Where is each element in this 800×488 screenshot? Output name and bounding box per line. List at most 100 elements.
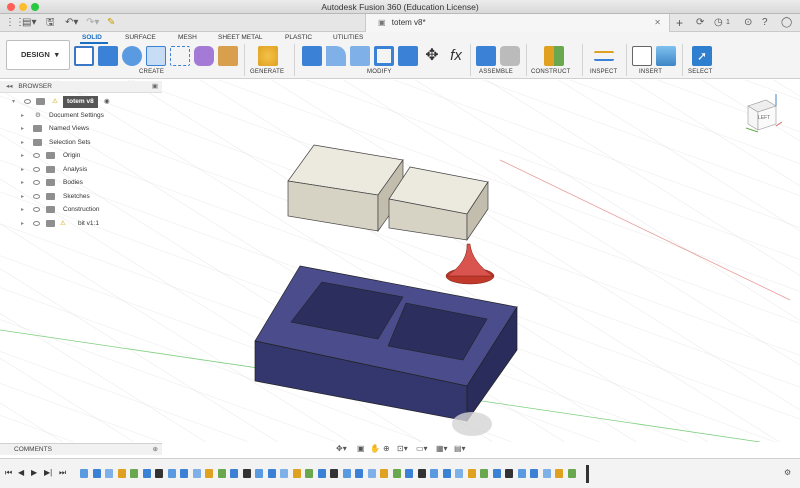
timeline-feature-icon[interactable] <box>530 469 538 478</box>
visibility-icon[interactable] <box>33 153 40 158</box>
timeline-feature-icon[interactable] <box>80 469 88 478</box>
viewports-icon[interactable]: ▤▾ <box>454 444 466 453</box>
user-avatar[interactable]: ◯ <box>781 17 792 29</box>
go-to-start-icon[interactable]: ⏮ <box>5 468 12 478</box>
timeline-feature-icon[interactable] <box>467 469 476 478</box>
group-inspect-label[interactable]: INSPECT <box>590 69 617 75</box>
timeline-feature-icon[interactable] <box>167 469 176 478</box>
press-pull-icon[interactable] <box>302 46 322 66</box>
revolve-icon[interactable] <box>122 46 142 66</box>
group-assemble-label[interactable]: ASSEMBLE <box>479 69 513 75</box>
document-tab[interactable]: ▣ totem v8* ✕ <box>365 14 670 32</box>
timeline-feature-icon[interactable] <box>155 469 163 478</box>
browser-menu-icon[interactable]: ▣ <box>152 81 158 93</box>
mirror-icon[interactable] <box>218 46 238 66</box>
browser-item[interactable]: ▸ Selection Sets <box>0 137 162 149</box>
tab-utilities[interactable]: UTILITIES <box>333 34 363 41</box>
new-tab-button[interactable]: + <box>676 17 683 29</box>
extrude-icon[interactable] <box>98 46 118 66</box>
fillet-icon[interactable] <box>326 46 346 66</box>
display-settings-icon[interactable]: ▭▾ <box>416 444 428 453</box>
pan-icon[interactable]: ✋ <box>370 444 380 453</box>
play-icon[interactable]: ▶ <box>31 468 37 477</box>
timeline-feature-icon[interactable] <box>330 469 338 478</box>
look-at-icon[interactable]: ▣ <box>357 444 365 453</box>
timeline-feature-icon[interactable] <box>542 469 551 478</box>
viewcube[interactable]: LEFT <box>738 92 783 136</box>
combine-icon[interactable] <box>398 46 418 66</box>
help-icon[interactable]: ? <box>762 17 768 29</box>
insert-canvas-icon[interactable] <box>656 46 676 66</box>
move-icon[interactable]: ✥ <box>422 46 442 66</box>
zoom-icon[interactable]: ⊕ <box>383 444 390 453</box>
timeline-feature-icon[interactable] <box>305 469 313 478</box>
job-status-icon[interactable]: ⊙ <box>744 17 752 29</box>
fit-icon[interactable]: ⊡▾ <box>397 444 408 453</box>
pattern-icon[interactable] <box>170 46 190 66</box>
visibility-icon[interactable] <box>33 194 40 199</box>
timeline-feature-icon[interactable] <box>105 469 113 478</box>
timeline-settings-icon[interactable]: ⚙ <box>784 468 791 477</box>
form-icon[interactable] <box>194 46 214 66</box>
timeline-feature-icon[interactable] <box>255 469 263 478</box>
timeline-feature-icon[interactable] <box>280 469 288 478</box>
joint-icon[interactable] <box>500 46 520 66</box>
tab-solid[interactable]: SOLID <box>82 34 102 41</box>
timeline-feature-icon[interactable] <box>230 469 238 478</box>
timeline-feature-icon[interactable] <box>567 469 576 478</box>
pencil-warning-icon[interactable]: ✎ <box>107 17 115 29</box>
browser-item[interactable]: ▸ ⚠ bit v1:1 <box>0 218 162 230</box>
workspace-switcher[interactable]: DESIGN ▾ <box>6 40 70 70</box>
browser-item[interactable]: ▸ Named Views <box>0 123 162 135</box>
visibility-icon[interactable] <box>24 99 31 104</box>
group-create-label[interactable]: CREATE <box>139 69 164 75</box>
timeline-feature-icon[interactable] <box>242 469 251 478</box>
new-component-icon[interactable] <box>476 46 496 66</box>
comments-panel[interactable]: COMMENTS ⊕ <box>0 443 162 455</box>
browser-root[interactable]: ▾ ⚠ totem v8 ◉ <box>0 96 162 108</box>
group-construct-label[interactable]: CONSTRUCT <box>531 69 570 75</box>
timeline-feature-icon[interactable] <box>130 469 138 478</box>
undo-icon[interactable]: ↶▾ <box>65 17 78 29</box>
browser-item[interactable]: ▸ Bodies <box>0 177 162 189</box>
generative-design-icon[interactable] <box>258 46 278 66</box>
timeline-marker[interactable] <box>586 465 589 483</box>
close-window-button[interactable] <box>7 3 15 11</box>
timeline-feature-icon[interactable] <box>517 469 526 478</box>
extensions-icon[interactable]: ⟳ <box>696 17 704 29</box>
shell-icon[interactable] <box>374 46 394 66</box>
measure-icon[interactable] <box>594 51 614 61</box>
timeline-feature-icon[interactable] <box>417 469 426 478</box>
timeline-feature-icon[interactable] <box>555 469 563 478</box>
visibility-icon[interactable] <box>33 207 40 212</box>
browser-item[interactable]: ▸ Analysis <box>0 164 162 176</box>
timeline-feature-icon[interactable] <box>192 469 201 478</box>
visibility-icon[interactable] <box>33 180 40 185</box>
offset-plane-icon[interactable] <box>544 46 564 66</box>
timeline-feature-icon[interactable] <box>205 469 213 478</box>
save-icon[interactable]: 🖫 <box>46 17 55 29</box>
grid-settings-icon[interactable]: ▦▾ <box>436 444 448 453</box>
collapse-arrow-icon[interactable]: ▾ <box>12 96 15 108</box>
tab-sheet-metal[interactable]: SHEET METAL <box>218 34 263 41</box>
timeline-feature-icon[interactable] <box>142 469 151 478</box>
insert-derive-icon[interactable] <box>632 46 652 66</box>
timeline-feature-icon[interactable] <box>180 469 188 478</box>
active-radio-icon[interactable]: ◉ <box>104 96 110 108</box>
timeline-feature-icon[interactable] <box>317 469 326 478</box>
chamfer-icon[interactable] <box>350 46 370 66</box>
step-back-icon[interactable]: ◀ <box>18 468 24 477</box>
tab-plastic[interactable]: PLASTIC <box>285 34 312 41</box>
browser-item[interactable]: ▸ ⚙ Document Settings <box>0 110 162 122</box>
redo-icon[interactable]: ↷▾ <box>86 17 99 29</box>
visibility-icon[interactable] <box>33 167 40 172</box>
collapse-icon[interactable]: ◂◂ <box>6 83 13 90</box>
browser-item[interactable]: ▸ Sketches <box>0 191 162 203</box>
step-forward-icon[interactable]: ▶| <box>44 468 52 477</box>
tab-surface[interactable]: SURFACE <box>125 34 156 41</box>
timeline-feature-icon[interactable] <box>442 469 451 478</box>
tab-mesh[interactable]: MESH <box>178 34 197 41</box>
file-menu-icon[interactable]: ▤▾ <box>22 17 36 29</box>
close-tab-icon[interactable]: ✕ <box>654 14 661 32</box>
timeline-feature-icon[interactable] <box>342 469 351 478</box>
